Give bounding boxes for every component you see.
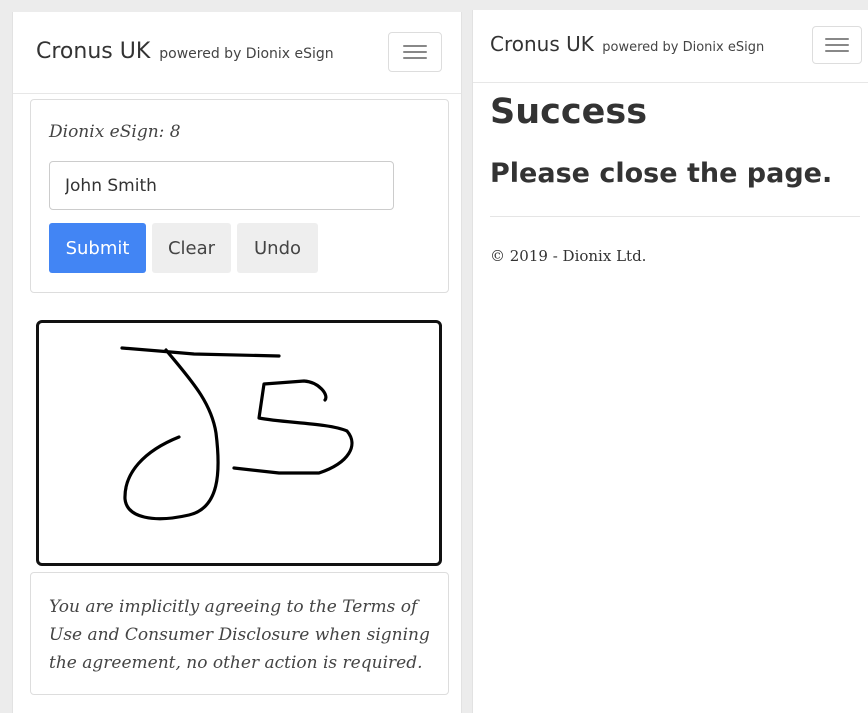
navbar: Cronus UK powered by Dionix eSign <box>473 10 868 83</box>
brand-link[interactable]: Cronus UK powered by Dionix eSign <box>36 39 334 64</box>
divider <box>490 216 860 217</box>
submit-button[interactable]: Submit <box>49 223 146 273</box>
menu-toggle-button[interactable] <box>388 32 442 72</box>
success-page: Cronus UK powered by Dionix eSign Succes… <box>472 10 868 713</box>
sign-form-card: Dionix eSign: 8 Submit Clear Undo <box>30 99 449 293</box>
sign-form-title: Dionix eSign: 8 <box>49 122 181 142</box>
undo-button[interactable]: Undo <box>237 223 318 273</box>
clear-button[interactable]: Clear <box>152 223 231 273</box>
signature-drawing <box>120 346 354 521</box>
signature-pad[interactable] <box>36 320 442 566</box>
signing-page: Cronus UK powered by Dionix eSign Dionix… <box>12 12 462 713</box>
navbar: Cronus UK powered by Dionix eSign <box>13 12 461 94</box>
notice-card: You are implicitly agreeing to the Terms… <box>30 572 449 695</box>
menu-toggle-button[interactable] <box>812 26 862 64</box>
brand-name[interactable]: Cronus UK <box>36 39 150 64</box>
footer-copyright: © 2019 - Dionix Ltd. <box>490 247 647 265</box>
agreement-notice: You are implicitly agreeing to the Terms… <box>49 597 430 673</box>
brand-link[interactable]: Cronus UK powered by Dionix eSign <box>490 32 764 56</box>
powered-by-text: powered by Dionix eSign <box>159 46 334 62</box>
brand-name[interactable]: Cronus UK <box>490 32 594 56</box>
success-heading: Success <box>490 92 648 132</box>
name-input[interactable] <box>49 161 394 210</box>
powered-by-text: powered by Dionix eSign <box>602 40 765 55</box>
close-page-message: Please close the page. <box>490 158 833 189</box>
